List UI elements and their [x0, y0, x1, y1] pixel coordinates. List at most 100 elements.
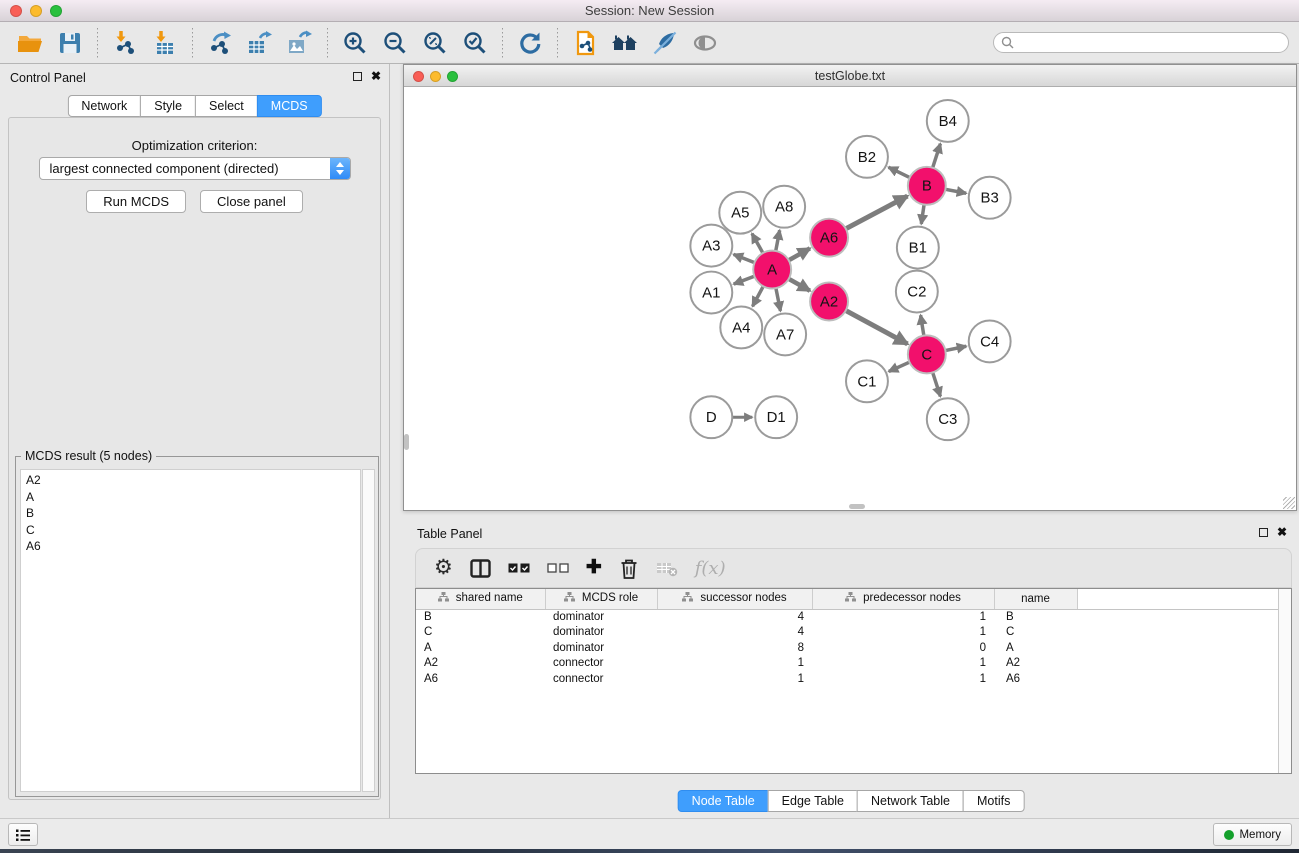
export-table-button[interactable]	[240, 25, 280, 61]
graph-node-B2[interactable]: B2	[846, 136, 888, 178]
graph-edge-C-C2[interactable]	[921, 315, 925, 337]
delete-column-button[interactable]	[619, 558, 639, 579]
mcds-result-item[interactable]: A6	[21, 538, 360, 555]
graph-edge-A-A4[interactable]	[753, 285, 765, 307]
save-session-button[interactable]	[50, 25, 90, 61]
graph-edge-B-B2[interactable]	[889, 167, 912, 178]
cell-MCDS-role[interactable]: dominator	[545, 625, 657, 641]
tab-select[interactable]: Select	[195, 95, 258, 117]
import-network-button[interactable]	[105, 25, 145, 61]
cell-successor-nodes[interactable]: 4	[657, 625, 812, 641]
mcds-list-scrollbar[interactable]	[362, 469, 375, 792]
column-header-MCDS-role[interactable]: MCDS role	[545, 589, 657, 609]
apply-layout-button[interactable]	[510, 25, 550, 61]
graph-node-C3[interactable]: C3	[927, 398, 969, 440]
zoom-fit-button[interactable]	[415, 25, 455, 61]
mcds-result-item[interactable]: C	[21, 522, 360, 539]
graph-node-A[interactable]: A	[753, 251, 791, 289]
close-table-panel-icon[interactable]: ✖	[1277, 527, 1287, 537]
cell-predecessor-nodes[interactable]: 1	[812, 656, 994, 672]
float-panel-icon[interactable]	[353, 72, 362, 81]
close-panel-button[interactable]: Close panel	[200, 190, 303, 213]
export-network-button[interactable]	[200, 25, 240, 61]
graph-edge-A-A5[interactable]	[752, 234, 764, 255]
cell-predecessor-nodes[interactable]: 0	[812, 640, 994, 656]
tab-network-table[interactable]: Network Table	[857, 790, 964, 812]
cell-name[interactable]: C	[994, 625, 1077, 641]
network-horizontal-scrollbar[interactable]	[849, 504, 865, 509]
cell-name[interactable]: B	[994, 609, 1077, 625]
network-from-selection-button[interactable]	[565, 25, 605, 61]
graph-node-A5[interactable]: A5	[719, 192, 761, 234]
cell-MCDS-role[interactable]: dominator	[545, 609, 657, 625]
mcds-result-item[interactable]: B	[21, 505, 360, 522]
create-column-button[interactable]: ✚	[586, 558, 602, 578]
graph-edge-A-A1[interactable]	[734, 276, 757, 285]
table-row[interactable]: Bdominator41B	[416, 609, 1292, 625]
unselect-all-columns-button[interactable]	[547, 563, 569, 573]
column-header-predecessor-nodes[interactable]: predecessor nodes	[812, 589, 994, 609]
table-row[interactable]: Adominator80A	[416, 640, 1292, 656]
graph-edge-A-A3[interactable]	[734, 254, 757, 263]
cell-shared-name[interactable]: A6	[416, 671, 545, 687]
cell-shared-name[interactable]: A	[416, 640, 545, 656]
graph-node-D[interactable]: D	[690, 396, 732, 438]
zoom-in-button[interactable]	[335, 25, 375, 61]
mcds-result-item[interactable]: A	[21, 489, 360, 506]
cell-name[interactable]: A2	[994, 656, 1077, 672]
run-mcds-button[interactable]: Run MCDS	[86, 190, 186, 213]
graph-edge-C-C4[interactable]	[943, 346, 966, 351]
mcds-result-item[interactable]: A2	[21, 472, 360, 489]
cell-name[interactable]: A	[994, 640, 1077, 656]
show-columns-button[interactable]	[470, 559, 491, 578]
show-details-button[interactable]	[685, 25, 725, 61]
cell-predecessor-nodes[interactable]: 1	[812, 609, 994, 625]
graph-node-A3[interactable]: A3	[690, 225, 732, 267]
graph-edge-B-B3[interactable]	[943, 189, 966, 193]
cell-predecessor-nodes[interactable]: 1	[812, 671, 994, 687]
table-settings-button[interactable]: ⚙	[434, 558, 453, 578]
window-resize-grip[interactable]	[1283, 497, 1295, 509]
function-builder-button[interactable]: f(x)	[695, 558, 726, 579]
cell-MCDS-role[interactable]: connector	[545, 671, 657, 687]
column-header-name[interactable]: name	[994, 589, 1077, 609]
graph-edge-A-A2[interactable]	[787, 278, 810, 291]
delete-table-button[interactable]	[656, 560, 678, 577]
graph-node-B3[interactable]: B3	[969, 177, 1011, 219]
graph-node-C1[interactable]: C1	[846, 360, 888, 402]
tab-mcds[interactable]: MCDS	[257, 95, 322, 117]
graph-edge-A6-B[interactable]	[844, 196, 907, 230]
graph-edge-C-C3[interactable]	[932, 371, 940, 397]
cell-MCDS-role[interactable]: connector	[545, 656, 657, 672]
column-header-successor-nodes[interactable]: successor nodes	[657, 589, 812, 609]
cell-shared-name[interactable]: A2	[416, 656, 545, 672]
graph-node-A1[interactable]: A1	[690, 272, 732, 314]
zoom-selected-button[interactable]	[455, 25, 495, 61]
network-graph[interactable]: AA6A2BCA5A8A3A1A4A7B2B4B3B1C2C4C1C3DD1	[404, 87, 1296, 510]
tab-style[interactable]: Style	[140, 95, 196, 117]
graph-node-B[interactable]: B	[908, 167, 946, 205]
graph-node-B4[interactable]: B4	[927, 100, 969, 142]
hide-annotations-button[interactable]	[645, 25, 685, 61]
cell-successor-nodes[interactable]: 8	[657, 640, 812, 656]
graph-node-C4[interactable]: C4	[969, 320, 1011, 362]
zoom-out-button[interactable]	[375, 25, 415, 61]
graph-node-A7[interactable]: A7	[764, 313, 806, 355]
network-vertical-scrollbar[interactable]	[404, 434, 409, 450]
criterion-select[interactable]: largest connected component (directed)	[39, 157, 351, 180]
graph-node-C[interactable]: C	[908, 335, 946, 373]
tab-edge-table[interactable]: Edge Table	[768, 790, 858, 812]
graph-node-D1[interactable]: D1	[755, 396, 797, 438]
close-panel-icon[interactable]: ✖	[371, 71, 381, 81]
tab-motifs[interactable]: Motifs	[963, 790, 1024, 812]
table-row[interactable]: Cdominator41C	[416, 625, 1292, 641]
network-window-titlebar[interactable]: testGlobe.txt	[404, 65, 1296, 87]
select-all-columns-button[interactable]	[508, 563, 530, 573]
tab-network[interactable]: Network	[67, 95, 141, 117]
import-table-button[interactable]	[145, 25, 185, 61]
graph-edge-A2-C[interactable]	[844, 310, 908, 344]
graph-edge-B-B1[interactable]	[921, 203, 924, 224]
graph-node-B1[interactable]: B1	[897, 227, 939, 269]
task-history-button[interactable]	[8, 823, 38, 846]
export-image-button[interactable]	[280, 25, 320, 61]
